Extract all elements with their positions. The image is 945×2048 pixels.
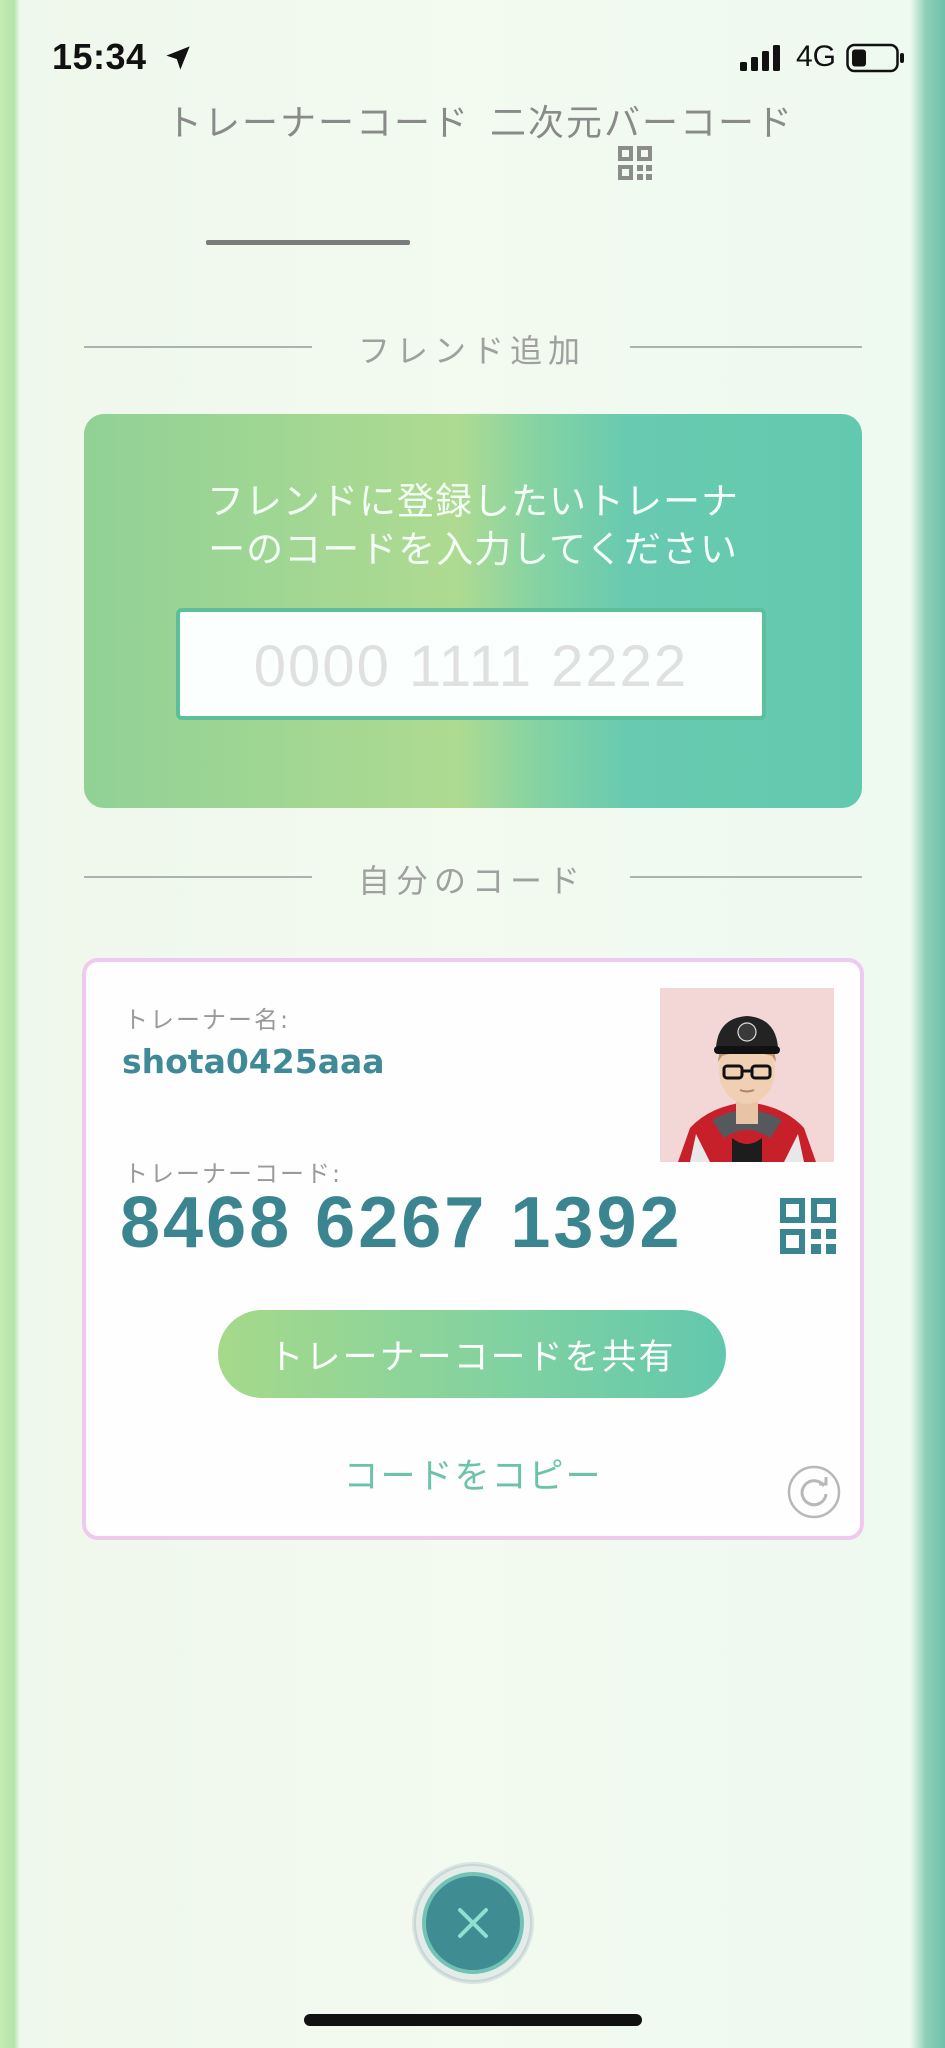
share-trainer-code-button[interactable]: トレーナーコードを共有 <box>218 1310 726 1398</box>
qr-code-icon[interactable] <box>618 146 652 180</box>
refresh-icon[interactable] <box>786 1464 842 1520</box>
status-time: 15:34 <box>52 36 147 77</box>
tab-trainer-code[interactable]: トレーナーコード <box>166 94 470 146</box>
network-type: 4G <box>796 40 837 73</box>
close-button[interactable] <box>412 1862 534 1984</box>
tab-selected-indicator <box>206 240 410 245</box>
friend-code-input[interactable] <box>176 608 766 720</box>
section-title-my-code: 自分のコード <box>358 862 587 900</box>
qr-code-icon[interactable] <box>780 1198 836 1254</box>
section-divider <box>630 346 862 348</box>
prompt-line-2: ーのコードを入力してください <box>208 528 738 571</box>
trainer-name: shota0425aaa <box>122 1042 385 1081</box>
trainer-code: 8468 6267 1392 <box>120 1183 683 1263</box>
location-arrow-icon <box>166 46 190 70</box>
friend-add-prompt: フレンドに登録したいトレーナ ーのコードを入力してください <box>84 478 862 574</box>
home-indicator <box>304 2014 642 2026</box>
trainer-name-label: トレーナー名: <box>124 1006 291 1034</box>
section-divider <box>84 346 312 348</box>
copy-code-link[interactable]: コードをコピー <box>82 1448 864 1499</box>
signal-icon <box>740 45 780 71</box>
avatar <box>660 988 834 1162</box>
prompt-line-1: フレンドに登録したいトレーナ <box>207 480 739 523</box>
section-divider <box>630 876 862 878</box>
tab-qr-code[interactable]: 二次元バーコード <box>490 94 794 146</box>
section-divider <box>84 876 312 878</box>
section-title-friend-add: フレンド追加 <box>358 332 587 370</box>
battery-icon <box>846 43 904 73</box>
